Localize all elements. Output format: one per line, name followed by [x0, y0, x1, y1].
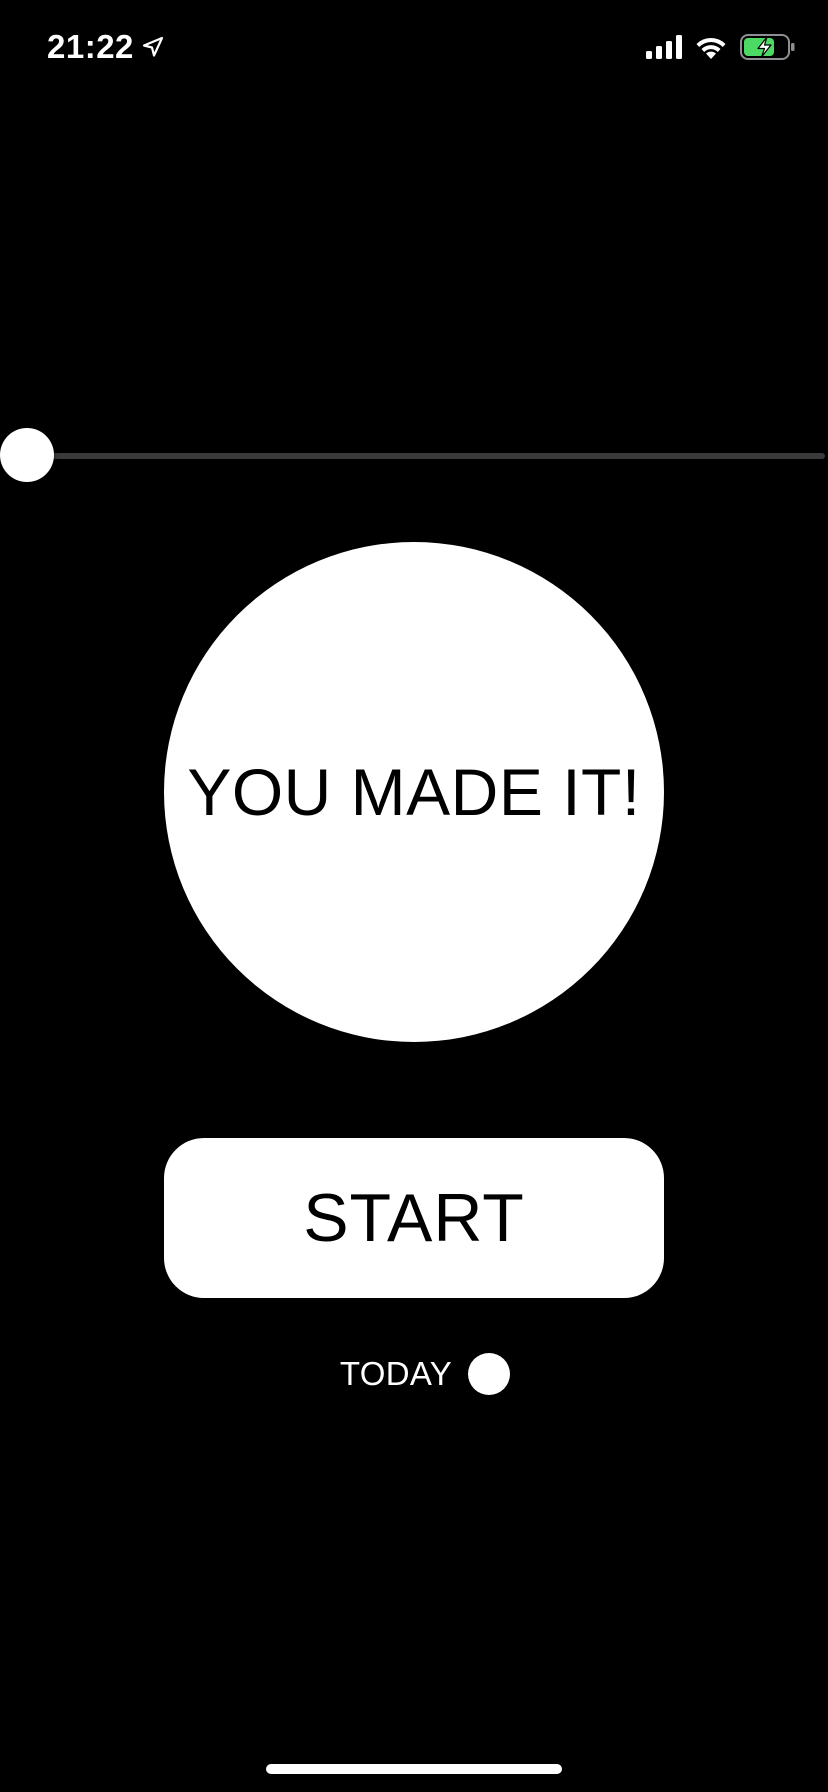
today-label: TODAY: [339, 1355, 453, 1392]
start-button-label: START: [303, 1180, 525, 1256]
status-time: 21:22: [47, 28, 134, 65]
slider-track[interactable]: [26, 453, 825, 459]
home-indicator[interactable]: [266, 1764, 562, 1774]
status-bar: 21:22: [0, 0, 828, 100]
status-icons: [646, 34, 796, 60]
today-dot-icon: [468, 1353, 511, 1395]
status-time-group: 21:22: [47, 28, 165, 66]
start-button[interactable]: START: [164, 1138, 664, 1298]
completion-message: YOU MADE IT!: [187, 755, 641, 829]
completion-circle: YOU MADE IT!: [164, 542, 664, 1042]
battery-charging-icon: [740, 34, 795, 60]
today-indicator: TODAY: [0, 1352, 828, 1396]
slider-thumb[interactable]: [0, 428, 54, 482]
wifi-icon: [696, 37, 726, 59]
cellular-signal-icon: [646, 35, 682, 59]
progress-slider[interactable]: [0, 428, 828, 484]
location-arrow-icon: [142, 36, 164, 57]
